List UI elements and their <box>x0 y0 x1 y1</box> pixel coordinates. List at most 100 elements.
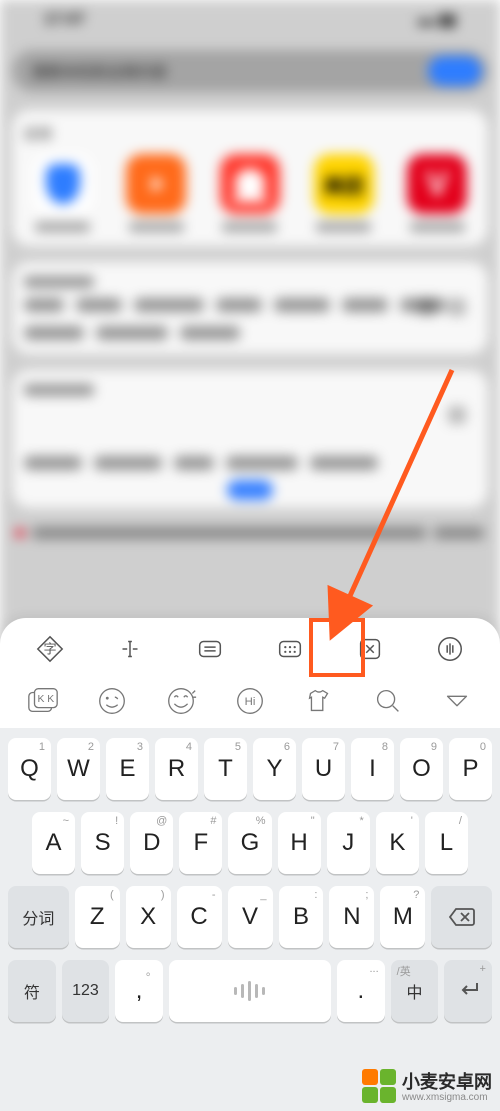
news-line[interactable] <box>16 526 484 540</box>
key-h[interactable]: "H <box>278 812 321 874</box>
key-l[interactable]: /L <box>425 812 468 874</box>
app-item[interactable] <box>305 154 383 232</box>
key-x[interactable]: )X <box>126 886 171 948</box>
voice-wave-icon[interactable] <box>429 628 471 670</box>
hot-chip[interactable] <box>94 456 162 470</box>
play-icon <box>126 154 186 214</box>
vmall-icon <box>407 154 467 214</box>
key-n[interactable]: ;N <box>329 886 374 948</box>
news-text <box>32 527 426 539</box>
ime-panel: 字 K K Hi <box>0 618 500 1111</box>
history-chip[interactable] <box>342 298 388 312</box>
key-w[interactable]: 2W <box>57 738 100 800</box>
hot-card-title <box>24 384 94 396</box>
app-item[interactable] <box>211 154 289 232</box>
key-c[interactable]: -C <box>177 886 222 948</box>
ime-toolbar-secondary: K K Hi <box>0 674 500 728</box>
app-label <box>222 222 277 232</box>
key-o[interactable]: 9O <box>400 738 443 800</box>
search-go-button[interactable] <box>428 56 482 86</box>
card-action-icon[interactable] <box>448 406 466 424</box>
period-key[interactable]: ... . <box>337 960 385 1022</box>
emoji-wink-icon[interactable] <box>77 680 146 722</box>
history-chip[interactable] <box>76 298 122 312</box>
mic-icon <box>234 981 265 1001</box>
key-b[interactable]: :B <box>279 886 324 948</box>
key-j[interactable]: *J <box>327 812 370 874</box>
numbers-key[interactable]: 123 <box>62 960 110 1022</box>
history-chip[interactable] <box>180 326 240 340</box>
emoji-laugh-icon[interactable] <box>146 680 215 722</box>
history-chip[interactable] <box>24 298 64 312</box>
key-r[interactable]: 4R <box>155 738 198 800</box>
hot-chip[interactable] <box>174 456 214 470</box>
global-search[interactable]: 搜索本机和全网内容 <box>12 50 488 92</box>
key-u[interactable]: 7U <box>302 738 345 800</box>
backspace-icon <box>448 907 476 927</box>
enter-icon <box>455 979 481 1004</box>
key-e[interactable]: 3E <box>106 738 149 800</box>
tshirt-icon[interactable] <box>285 680 354 722</box>
apps-card: 应用 <box>12 110 488 246</box>
hot-chip[interactable] <box>226 456 298 470</box>
key-a[interactable]: ~A <box>32 812 75 874</box>
key-t[interactable]: 5T <box>204 738 247 800</box>
svg-text:K K: K K <box>37 694 54 705</box>
history-card-title <box>24 276 94 288</box>
comma-key[interactable]: 。 , <box>115 960 163 1022</box>
app-label <box>316 222 371 232</box>
hi-icon[interactable]: Hi <box>215 680 284 722</box>
news-tag <box>434 527 484 539</box>
search-icon[interactable] <box>354 680 423 722</box>
kk-icon[interactable]: K K <box>8 680 77 722</box>
watermark-logo-icon <box>362 1069 396 1103</box>
dropdown-icon[interactable] <box>423 680 492 722</box>
app-label <box>410 222 465 232</box>
history-chip[interactable] <box>274 298 330 312</box>
history-chip[interactable] <box>134 298 204 312</box>
key-k[interactable]: 'K <box>376 812 419 874</box>
key-y[interactable]: 6Y <box>253 738 296 800</box>
app-item[interactable] <box>398 154 476 232</box>
key-q[interactable]: 1Q <box>8 738 51 800</box>
status-indicators: ▬ ▮▮ <box>418 10 456 30</box>
key-v[interactable]: _V <box>228 886 273 948</box>
key-s[interactable]: !S <box>81 812 124 874</box>
lang-switch-key[interactable]: /英 中 <box>391 960 439 1022</box>
card-action-icon[interactable] <box>418 298 436 316</box>
key-m[interactable]: ?M <box>380 886 425 948</box>
enter-key[interactable]: + <box>444 960 492 1022</box>
app-label <box>129 222 184 232</box>
history-chip[interactable] <box>96 326 168 340</box>
bullet-icon <box>16 529 24 537</box>
svg-text:Hi: Hi <box>245 696 256 708</box>
symbols-key[interactable]: 符 <box>8 960 56 1022</box>
key-f[interactable]: #F <box>179 812 222 874</box>
clipboard-icon[interactable] <box>189 628 231 670</box>
meituan-icon <box>314 154 374 214</box>
ime-toolbar-primary: 字 <box>0 618 500 674</box>
status-time: 17:07 <box>44 11 85 29</box>
hot-chip[interactable] <box>24 456 82 470</box>
key-p[interactable]: 0P <box>449 738 492 800</box>
app-item[interactable] <box>118 154 196 232</box>
key-d[interactable]: @D <box>130 812 173 874</box>
history-chip[interactable] <box>24 326 84 340</box>
qwerty-keyboard: 1Q2W3E4R5T6Y7U8I9O0P ~A!S@D#F%G"H*J'K/L … <box>0 728 500 1111</box>
history-chip[interactable] <box>216 298 262 312</box>
zi-icon[interactable]: 字 <box>29 628 71 670</box>
status-bar: 17:07 ▬ ▮▮ <box>8 0 492 40</box>
keyboard-switch-icon[interactable] <box>269 628 311 670</box>
tutorial-highlight <box>309 618 365 677</box>
backspace-key[interactable] <box>431 886 492 948</box>
space-key[interactable] <box>169 960 331 1022</box>
segment-key[interactable]: 分词 <box>8 886 69 948</box>
hot-chip[interactable] <box>310 456 378 470</box>
hot-more-button[interactable] <box>227 480 273 500</box>
key-i[interactable]: 8I <box>351 738 394 800</box>
card-action-icon[interactable] <box>448 298 466 316</box>
app-item[interactable] <box>24 154 102 232</box>
key-g[interactable]: %G <box>228 812 271 874</box>
key-z[interactable]: (Z <box>75 886 120 948</box>
cursor-icon[interactable] <box>109 628 151 670</box>
